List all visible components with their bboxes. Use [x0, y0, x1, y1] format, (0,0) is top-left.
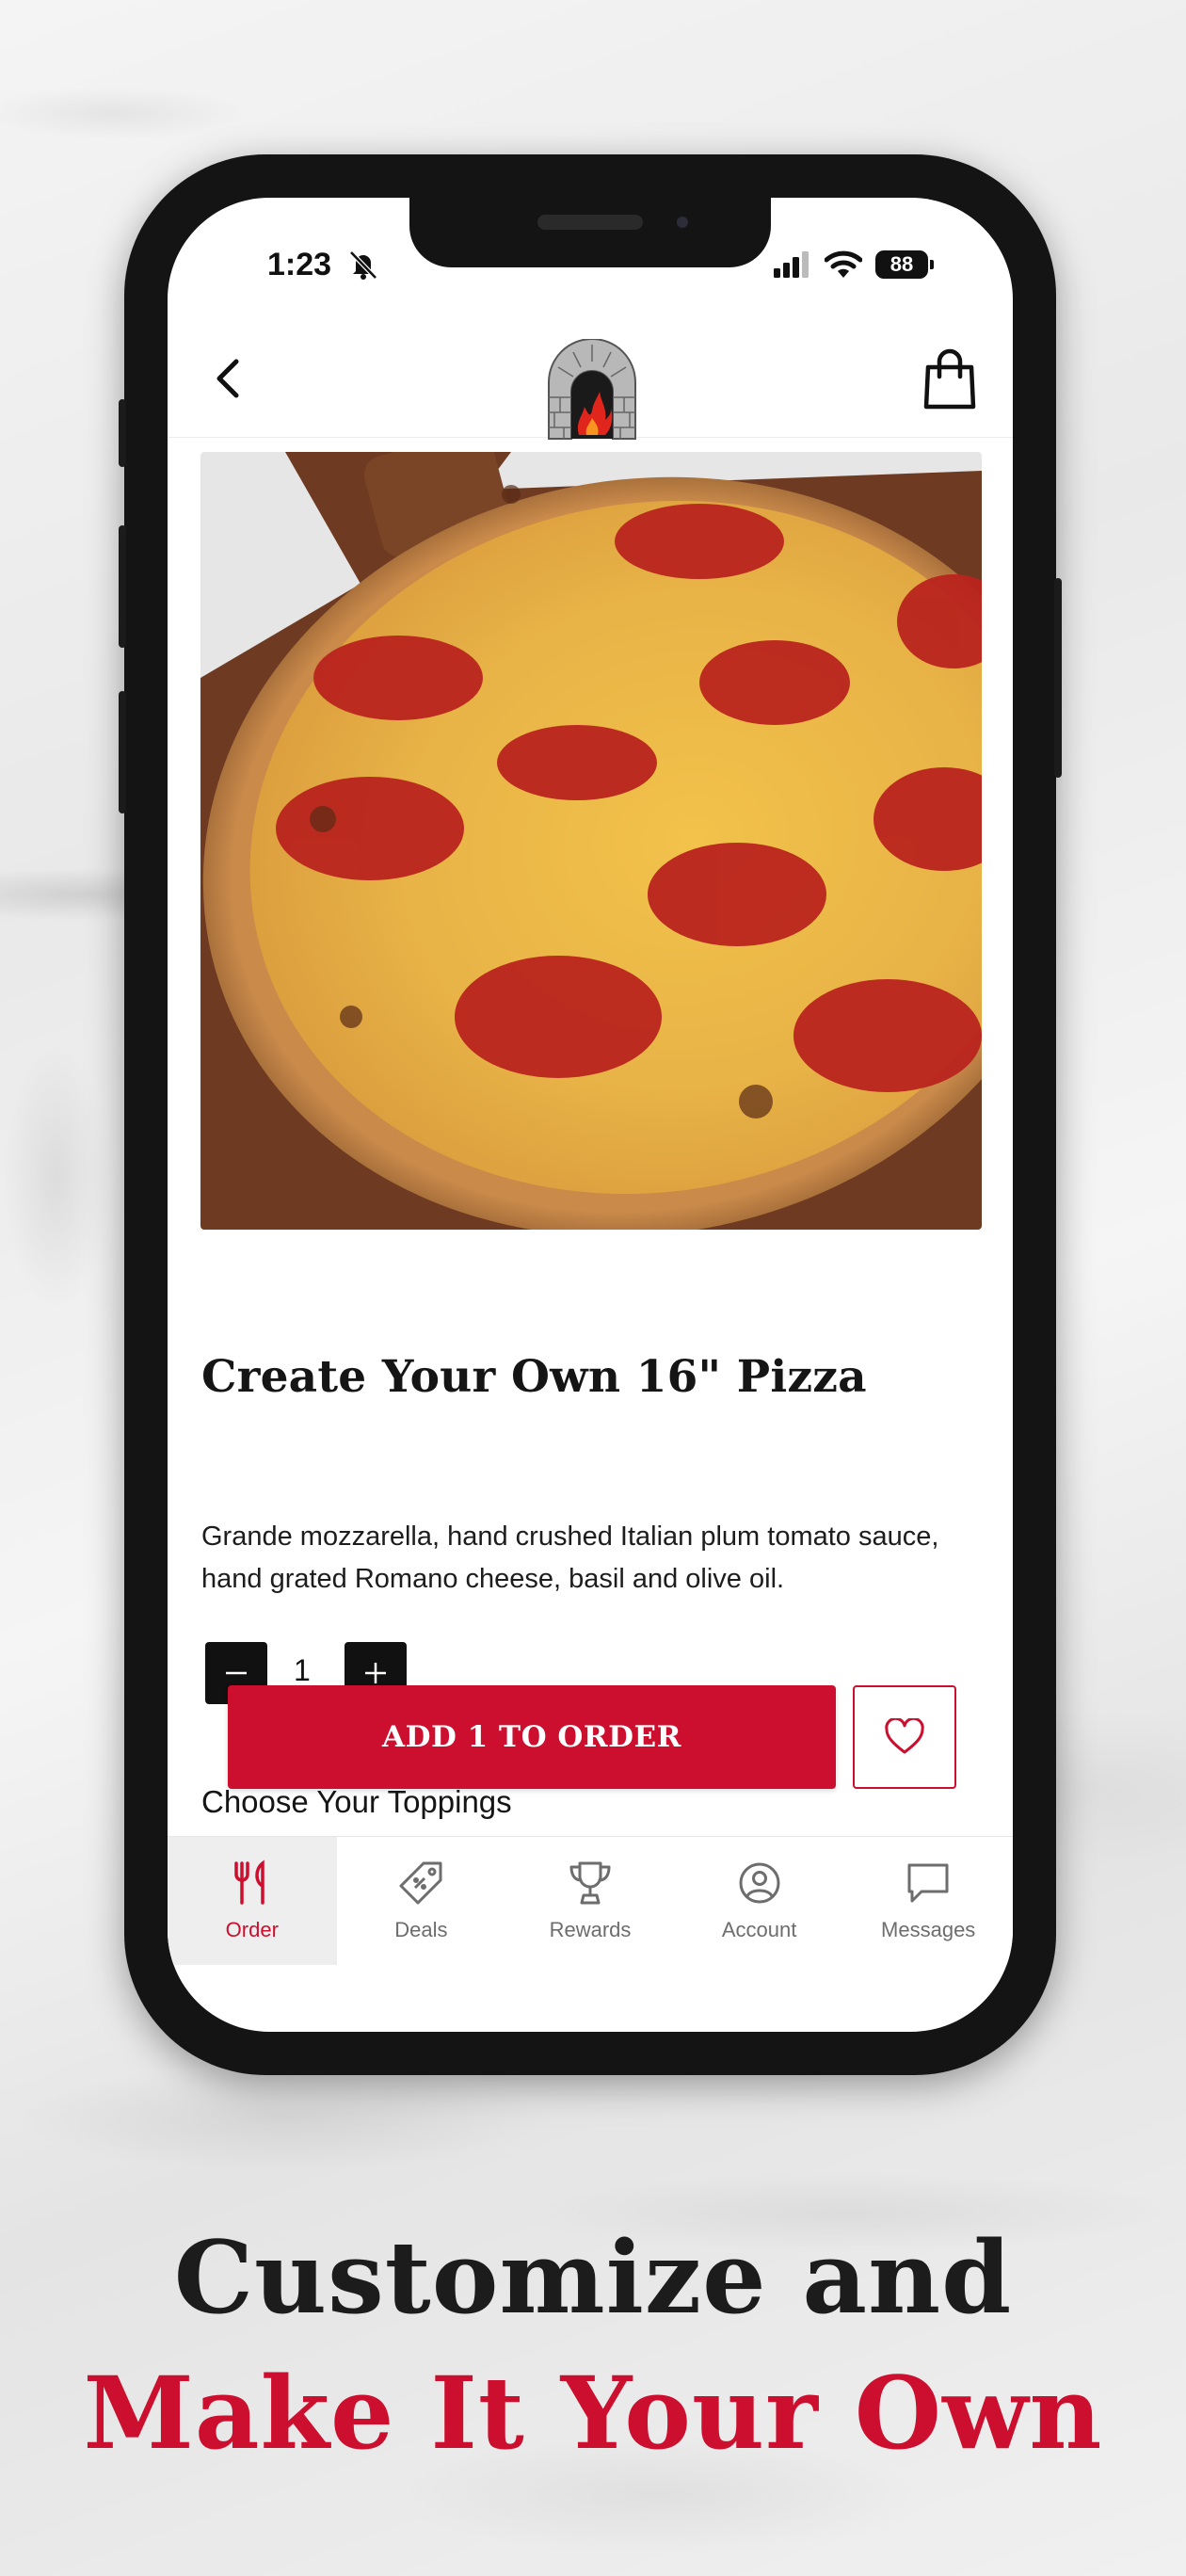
nav-item-order[interactable]: Order: [168, 1837, 337, 1965]
phone-screen: 1:23 88 Create Your Own 16" Pizza Grande…: [168, 198, 1013, 2032]
shopping-bag-icon[interactable]: [922, 348, 977, 411]
tag-icon: [399, 1861, 442, 1905]
nav-label-messages: Messages: [881, 1918, 976, 1941]
message-icon: [907, 1863, 949, 1903]
toppings-heading: Choose Your Toppings: [201, 1784, 512, 1819]
trophy-icon: [569, 1861, 611, 1905]
nav-item-messages[interactable]: Messages: [843, 1837, 1013, 1965]
minus-icon: [226, 1671, 247, 1675]
quantity-value: 1: [294, 1653, 311, 1687]
volume-down-button: [119, 691, 126, 813]
nav-label-deals: Deals: [394, 1918, 448, 1941]
favorite-button[interactable]: [853, 1685, 956, 1789]
silent-switch: [119, 399, 126, 467]
notch: [409, 198, 771, 267]
headline-line-2: Make It Your Own: [83, 2354, 1103, 2471]
brick-oven-logo[interactable]: [545, 339, 639, 443]
bell-slash-icon: [349, 250, 377, 280]
user-circle-icon: [739, 1862, 780, 1904]
bottom-navigation: Order Deals Rewards Account Messages: [168, 1836, 1013, 1965]
nav-item-account[interactable]: Account: [675, 1837, 844, 1965]
front-camera: [677, 217, 688, 228]
wifi-icon: [825, 250, 862, 278]
nav-label-order: Order: [225, 1918, 279, 1941]
nav-label-account: Account: [721, 1918, 797, 1941]
battery-indicator: 88: [875, 250, 934, 279]
status-indicators: 88: [774, 249, 934, 281]
volume-up-button: [119, 525, 126, 648]
chevron-left-icon[interactable]: [205, 354, 254, 403]
product-description: Grande mozzarella, hand crushed Italian …: [201, 1521, 939, 1594]
nav-label-rewards: Rewards: [549, 1918, 632, 1941]
heart-icon: [885, 1718, 924, 1754]
add-to-order-button[interactable]: ADD 1 TO ORDER: [228, 1685, 836, 1789]
status-time: 1:23: [267, 247, 332, 282]
headline-line-1: Customize and: [173, 2218, 1013, 2336]
cellular-signal-icon: [774, 251, 809, 278]
fork-knife-icon: [234, 1860, 264, 1905]
plus-icon: [365, 1663, 386, 1683]
phone-frame: 1:23 88 Create Your Own 16" Pizza Grande…: [119, 154, 1062, 2075]
earpiece-speaker: [537, 215, 643, 230]
power-button: [1054, 578, 1062, 778]
nav-item-rewards[interactable]: Rewards: [505, 1837, 675, 1965]
app-header: [168, 320, 1013, 440]
product-title: Create Your Own 16" Pizza: [201, 1351, 867, 1403]
product-image: [200, 452, 982, 1230]
nav-item-deals[interactable]: Deals: [337, 1837, 506, 1965]
pizza-photo: [200, 452, 982, 1230]
